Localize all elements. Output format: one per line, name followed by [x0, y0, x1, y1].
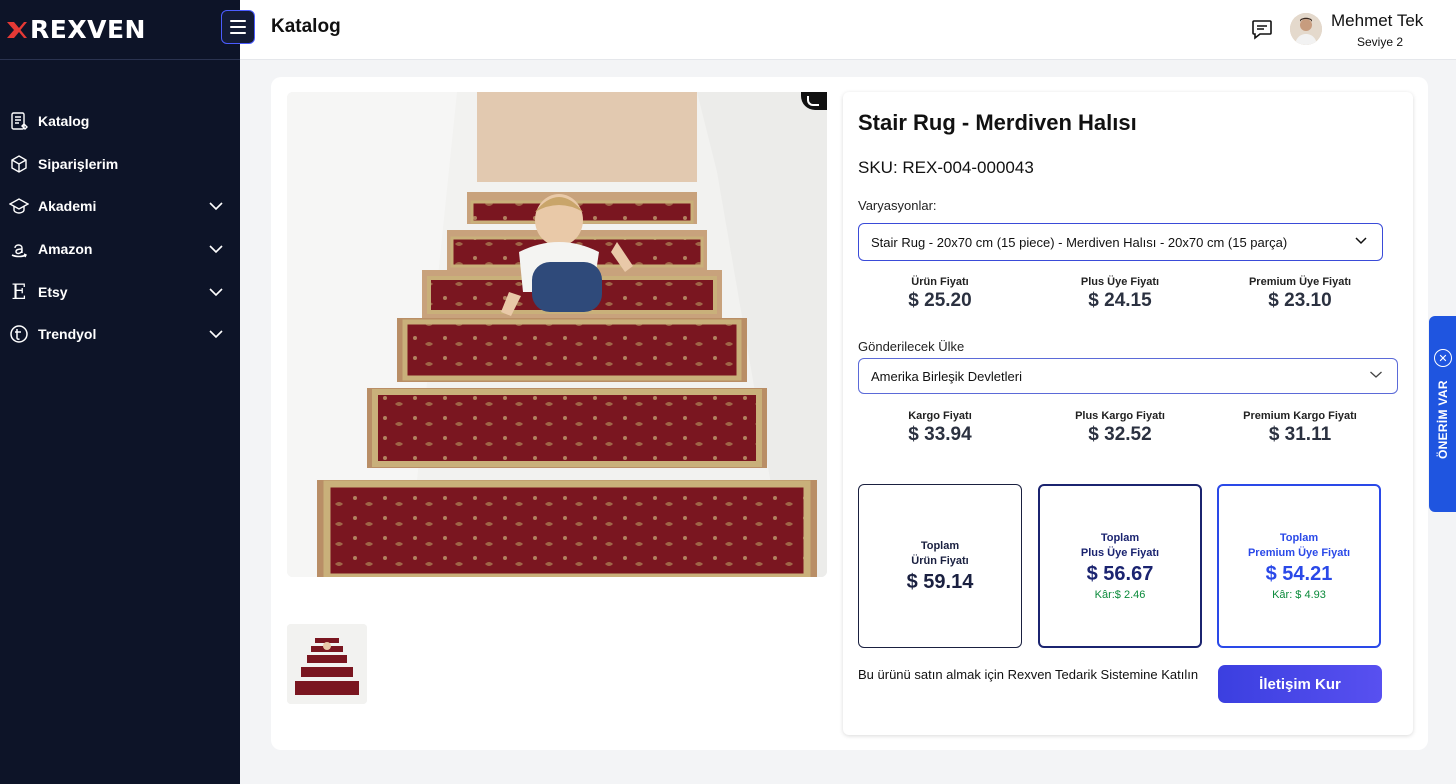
hamburger-line — [230, 32, 246, 34]
product-thumbnail[interactable] — [287, 624, 367, 704]
price-label: Ürün Fiyatı — [911, 276, 969, 288]
total-label: Plus Üye Fiyatı — [1080, 547, 1160, 559]
join-system-text: Bu ürünü satın almak için Rexven Tedarik… — [858, 667, 1199, 682]
variations-label: Varyasyonlar: — [858, 198, 937, 213]
total-label: Toplam — [1100, 532, 1140, 544]
total-label: Toplam — [920, 539, 960, 552]
user-level: Seviye 2 — [1357, 35, 1404, 49]
sidebar-item-trendyol[interactable]: Trendyol — [0, 313, 240, 356]
shipping-value: $ 31.11 — [1268, 424, 1332, 445]
price-label: Premium Üye Fiyatı — [1248, 276, 1352, 288]
product-info-card: Stair Rug - Merdiven Halısı SKU: REX-004… — [843, 92, 1413, 735]
price-label: Plus Üye Fiyatı — [1080, 276, 1160, 288]
product-title: Stair Rug - Merdiven Halısı — [858, 110, 1137, 135]
chevron-down-icon — [208, 198, 224, 214]
amazon-icon — [8, 238, 30, 260]
sidebar-item-label: Trendyol — [38, 326, 97, 343]
sidebar-item-amazon[interactable]: Amazon — [0, 228, 240, 271]
sidebar-item-etsy[interactable]: E Etsy — [0, 270, 240, 313]
sidebar-item-label: Amazon — [38, 241, 93, 258]
brand-logo[interactable]: REXVEN — [6, 15, 146, 44]
hamburger-line — [230, 20, 246, 22]
user-name: Mehmet Tek — [1331, 11, 1424, 30]
sidebar: REXVEN Katalog Siparişlerim Akademi Amaz… — [0, 0, 240, 784]
country-label: Gönderilecek Ülke — [858, 339, 965, 354]
price-value: $ 25.20 — [908, 290, 972, 311]
feedback-label: ÖNERİM VAR — [1436, 380, 1450, 459]
chevron-down-icon — [208, 241, 224, 257]
profit-value: Kâr: $ 4.93 — [1272, 589, 1326, 601]
sidebar-item-akademi[interactable]: Akademi — [0, 185, 240, 228]
price-plus: Plus Üye Fiyatı $ 24.15 — [1035, 276, 1205, 312]
sidebar-item-label: Etsy — [38, 283, 68, 300]
sidebar-item-label: Akademi — [38, 198, 97, 215]
country-select[interactable]: Amerika Birleşik Devletleri — [858, 358, 1398, 394]
shipping-value: $ 32.52 — [1088, 424, 1152, 445]
product-image[interactable] — [287, 92, 827, 577]
total-premium-price-card[interactable]: Toplam Premium Üye Fiyatı $ 54.21 Kâr: $… — [1217, 484, 1381, 648]
graduation-cap-icon — [8, 195, 30, 217]
box-icon — [8, 153, 30, 175]
brand: REXVEN — [0, 0, 240, 60]
chevron-down-icon — [208, 326, 224, 342]
profit-value: Kâr:$ 2.46 — [1094, 589, 1146, 601]
shipping-label: Premium Kargo Fiyatı — [1243, 410, 1357, 422]
close-icon[interactable]: ✕ — [1434, 349, 1452, 367]
avatar[interactable] — [1290, 13, 1322, 45]
sidebar-item-katalog[interactable]: Katalog — [0, 100, 240, 143]
shipping-label: Kargo Fiyatı — [908, 410, 972, 422]
page-title: Katalog — [271, 16, 341, 37]
feedback-tab[interactable]: ✕ ÖNERİM VAR — [1429, 316, 1456, 512]
shipping-price-plus: Plus Kargo Fiyatı $ 32.52 — [1035, 410, 1205, 446]
total-value: $ 54.21 — [1265, 563, 1333, 585]
total-label: Premium Üye Fiyatı — [1247, 547, 1351, 559]
price-value: $ 23.10 — [1268, 290, 1332, 311]
rexven-logo-icon — [6, 20, 28, 40]
product-panel: Stair Rug - Merdiven Halısı SKU: REX-004… — [271, 77, 1428, 750]
etsy-icon: E — [11, 279, 27, 304]
sidebar-item-siparislerim[interactable]: Siparişlerim — [0, 143, 240, 186]
total-plus-price-card[interactable]: Toplam Plus Üye Fiyatı $ 56.67 Kâr:$ 2.4… — [1038, 484, 1202, 648]
chevron-down-icon — [1354, 234, 1368, 251]
shipping-price: Kargo Fiyatı $ 33.94 — [855, 410, 1025, 446]
variation-selected-value: Stair Rug - 20x70 cm (15 piece) - Merdiv… — [871, 234, 1288, 250]
variation-select[interactable]: Stair Rug - 20x70 cm (15 piece) - Merdiv… — [858, 223, 1383, 261]
hamburger-menu-button[interactable] — [221, 10, 255, 44]
total-value: $ 56.67 — [1086, 563, 1154, 585]
price-premium: Premium Üye Fiyatı $ 23.10 — [1215, 276, 1385, 312]
shipping-label: Plus Kargo Fiyatı — [1075, 410, 1165, 422]
shipping-price-premium: Premium Kargo Fiyatı $ 31.11 — [1215, 410, 1385, 446]
total-label: Ürün Fiyatı — [911, 554, 969, 567]
price-value: $ 24.15 — [1088, 290, 1152, 311]
total-label: Toplam — [1279, 532, 1319, 544]
sidebar-item-label: Katalog — [38, 113, 90, 130]
brand-name: REXVEN — [30, 15, 146, 44]
country-selected-value: Amerika Birleşik Devletleri — [871, 368, 1022, 384]
trendyol-icon — [8, 323, 30, 345]
catalog-icon — [8, 110, 30, 132]
sidebar-nav: Katalog Siparişlerim Akademi Amazon E Et… — [0, 60, 240, 356]
chevron-down-icon — [1369, 368, 1383, 385]
chat-message-icon[interactable] — [1250, 17, 1274, 41]
top-header: Katalog Mehmet Tek Seviye 2 — [221, 0, 1456, 60]
contact-button[interactable]: İletişim Kur — [1218, 665, 1382, 703]
chevron-down-icon — [208, 284, 224, 300]
total-product-price-card[interactable]: Toplam Ürün Fiyatı $ 59.14 — [858, 484, 1022, 648]
hamburger-line — [230, 26, 246, 28]
product-sku: SKU: REX-004-000043 — [858, 158, 1034, 177]
sidebar-item-label: Siparişlerim — [38, 155, 119, 172]
price-product: Ürün Fiyatı $ 25.20 — [855, 276, 1025, 312]
total-value: $ 59.14 — [906, 570, 974, 593]
shipping-value: $ 33.94 — [908, 424, 972, 445]
